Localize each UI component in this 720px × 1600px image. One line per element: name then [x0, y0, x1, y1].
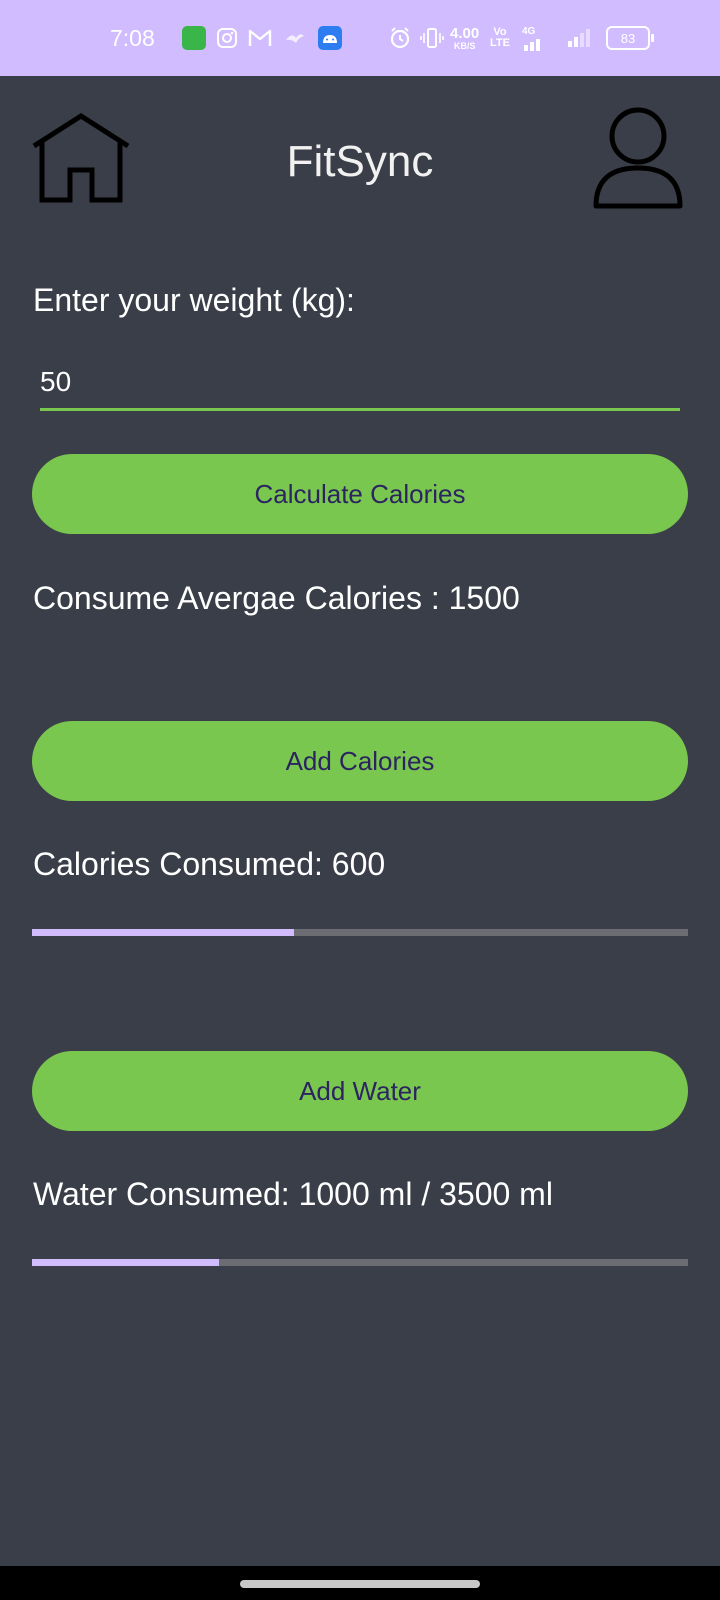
android-icon — [318, 0, 342, 76]
gmail-icon — [248, 0, 272, 76]
weight-label: Enter your weight (kg): — [33, 282, 355, 318]
calories-progress-bar — [32, 929, 688, 936]
water-consumed-text: Water Consumed: 1000 ml / 3500 ml — [33, 1176, 553, 1212]
signal-icon — [566, 0, 596, 76]
status-time: 7:08 — [110, 24, 155, 51]
gesture-handle[interactable] — [240, 1580, 480, 1588]
water-progress-bar — [32, 1259, 688, 1266]
app-notification-icon — [182, 0, 206, 76]
signal-4g-icon: 4G — [522, 0, 546, 76]
vibrate-icon — [420, 0, 444, 76]
bird-icon — [284, 0, 306, 76]
network-speed: 4.00 KB/S — [450, 24, 480, 51]
average-calories-text: Consume Avergae Calories : 1500 — [33, 580, 520, 616]
profile-icon[interactable] — [592, 106, 684, 210]
battery-icon: 83 — [606, 0, 654, 76]
alarm-icon — [388, 0, 412, 76]
status-bar: 7:08 4.00 KB/S Vo LTE 4G 83 — [0, 0, 720, 76]
add-water-button[interactable]: Add Water — [32, 1051, 688, 1131]
weight-input[interactable] — [40, 356, 680, 411]
calories-consumed-text: Calories Consumed: 600 — [33, 846, 386, 882]
calculate-calories-button[interactable]: Calculate Calories — [32, 454, 688, 534]
instagram-icon — [216, 0, 238, 76]
water-progress-fill — [32, 1259, 220, 1266]
calories-progress-fill — [32, 929, 295, 936]
system-navigation-bar — [0, 1566, 720, 1600]
volte-indicator: Vo LTE — [490, 26, 510, 49]
add-calories-button[interactable]: Add Calories — [32, 721, 688, 801]
